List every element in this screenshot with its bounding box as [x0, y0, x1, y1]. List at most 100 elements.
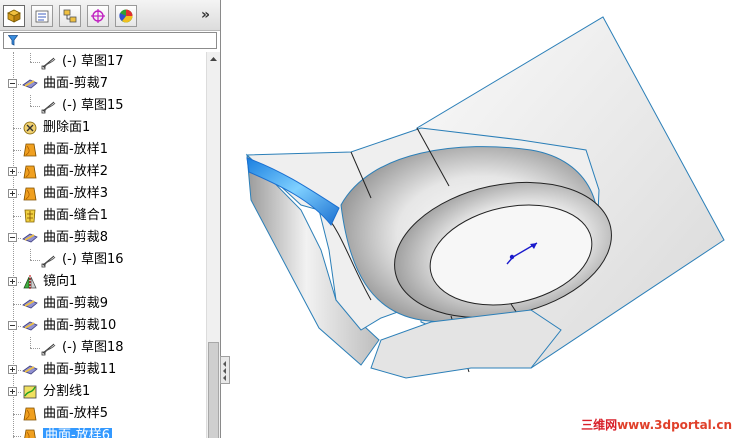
tree-item-label: 曲面-放样5	[43, 406, 108, 421]
tree-item[interactable]: 删除面1	[0, 117, 206, 139]
surface-knit-icon	[22, 208, 38, 224]
collapse-icon[interactable]	[8, 79, 17, 88]
surface-trim-icon	[22, 230, 38, 246]
tree-connector	[13, 304, 21, 305]
more-tabs-button[interactable]: »	[201, 7, 210, 23]
tree-item[interactable]: 曲面-剪裁11	[0, 359, 206, 381]
feature-manager-panel: » (-) 草图17 曲面-剪裁7 (-) 草图15 删除面1 曲面-放样1 曲面-放样2…	[0, 0, 221, 438]
surface-loft-icon	[22, 164, 38, 180]
tab-display-manager[interactable]	[115, 5, 137, 27]
tab-dimxpert-manager[interactable]	[87, 5, 109, 27]
surface-trim-icon	[22, 76, 38, 92]
tree-item-label: 曲面-剪裁7	[43, 76, 108, 91]
watermark-text: 三维网www.3dportal.cn	[581, 418, 732, 432]
tree-item-label: 曲面-剪裁8	[43, 230, 108, 245]
panel-splitter-handle[interactable]	[220, 356, 230, 384]
tree-filter-input[interactable]	[3, 32, 217, 49]
surface-loft-icon	[22, 406, 38, 422]
surface-loft-icon	[22, 186, 38, 202]
surface-loft-icon	[22, 142, 38, 158]
scrollbar-thumb[interactable]	[208, 342, 219, 438]
feature-tree: (-) 草图17 曲面-剪裁7 (-) 草图15 删除面1 曲面-放样1 曲面-放样2 曲面…	[0, 52, 206, 438]
tree-item-label: 镜向1	[43, 274, 78, 289]
tree-item-label: 曲面-放样3	[43, 186, 108, 201]
tree-connector	[30, 348, 40, 349]
tree-item[interactable]: 曲面-剪裁10	[0, 315, 206, 337]
surface-trim-icon	[22, 318, 38, 334]
sketch-icon	[41, 340, 57, 356]
tree-item[interactable]: (-) 草图16	[0, 249, 206, 271]
tree-scrollbar[interactable]	[206, 52, 220, 438]
expand-icon[interactable]	[8, 167, 17, 176]
tab-feature-manager[interactable]	[3, 5, 25, 27]
tree-connector	[30, 62, 40, 63]
tree-item[interactable]: 镜向1	[0, 271, 206, 293]
tree-item-label: 曲面-剪裁9	[43, 296, 108, 311]
tree-connector	[13, 150, 21, 151]
tree-connector	[30, 52, 31, 62]
lower-strip-surface	[370, 309, 562, 379]
tab-property-manager[interactable]	[31, 5, 53, 27]
split-line-icon	[22, 384, 38, 400]
tree-item-label: 曲面-剪裁10	[43, 318, 117, 333]
scroll-up-icon[interactable]	[207, 53, 220, 66]
surface-loft-icon	[22, 428, 38, 438]
expand-icon[interactable]	[8, 189, 17, 198]
tree-item[interactable]: 曲面-缝合1	[0, 205, 206, 227]
tree-item-label: (-) 草图15	[62, 98, 124, 113]
expand-icon[interactable]	[8, 365, 17, 374]
collapse-icon[interactable]	[8, 321, 17, 330]
tree-connector	[13, 128, 21, 129]
configuration-manager-icon	[63, 9, 77, 23]
mirror-icon	[22, 274, 38, 290]
tree-item-label: 分割线1	[43, 384, 91, 399]
tree-item[interactable]: 曲面-剪裁7	[0, 73, 206, 95]
tree-item-label: (-) 草图18	[62, 340, 124, 355]
tree-item-label: 曲面-放样6	[43, 428, 112, 438]
tree-item-label: 曲面-剪裁11	[43, 362, 117, 377]
display-manager-icon	[119, 9, 133, 23]
surface-model[interactable]	[231, 0, 736, 438]
graphics-viewport[interactable]: 三维网www.3dportal.cn	[231, 0, 736, 438]
tree-item-label: (-) 草图17	[62, 54, 124, 69]
tree-connector	[30, 337, 31, 348]
tree-connector	[30, 106, 40, 107]
collapse-arrows-icon	[223, 361, 226, 381]
tree-connector	[13, 414, 21, 415]
surface-trim-icon	[22, 296, 38, 312]
tree-item[interactable]: 曲面-剪裁9	[0, 293, 206, 315]
tree-item[interactable]: (-) 草图18	[0, 337, 206, 359]
expand-icon[interactable]	[8, 387, 17, 396]
tree-item[interactable]: 曲面-放样5	[0, 403, 206, 425]
manager-tab-bar: »	[0, 0, 220, 31]
sketch-icon	[41, 54, 57, 70]
tree-item-label: 曲面-放样2	[43, 164, 108, 179]
tree-item[interactable]: 曲面-剪裁8	[0, 227, 206, 249]
expand-icon[interactable]	[8, 277, 17, 286]
tree-connector	[13, 216, 21, 217]
tree-connector	[30, 95, 31, 106]
collapse-icon[interactable]	[8, 233, 17, 242]
tree-item[interactable]: 曲面-放样6	[0, 425, 206, 438]
tree-connector	[13, 436, 21, 437]
sketch-icon	[41, 98, 57, 114]
sketch-icon	[41, 252, 57, 268]
tree-item[interactable]: 曲面-放样2	[0, 161, 206, 183]
tab-configuration-manager[interactable]	[59, 5, 81, 27]
tree-item[interactable]: 曲面-放样3	[0, 183, 206, 205]
tree-connector	[30, 249, 31, 260]
tree-item-label: 曲面-缝合1	[43, 208, 108, 223]
tree-item-label: (-) 草图16	[62, 252, 124, 267]
property-manager-icon	[35, 10, 49, 23]
surface-trim-icon	[22, 362, 38, 378]
delete-face-icon	[22, 120, 38, 136]
tree-item[interactable]: (-) 草图17	[0, 52, 206, 73]
tree-item[interactable]: (-) 草图15	[0, 95, 206, 117]
tree-item[interactable]: 分割线1	[0, 381, 206, 403]
filter-icon	[8, 35, 18, 46]
tree-item-label: 删除面1	[43, 120, 91, 135]
dimxpert-icon	[91, 9, 105, 23]
tree-connector	[30, 260, 40, 261]
tree-item[interactable]: 曲面-放样1	[0, 139, 206, 161]
feature-manager-icon	[7, 9, 21, 23]
